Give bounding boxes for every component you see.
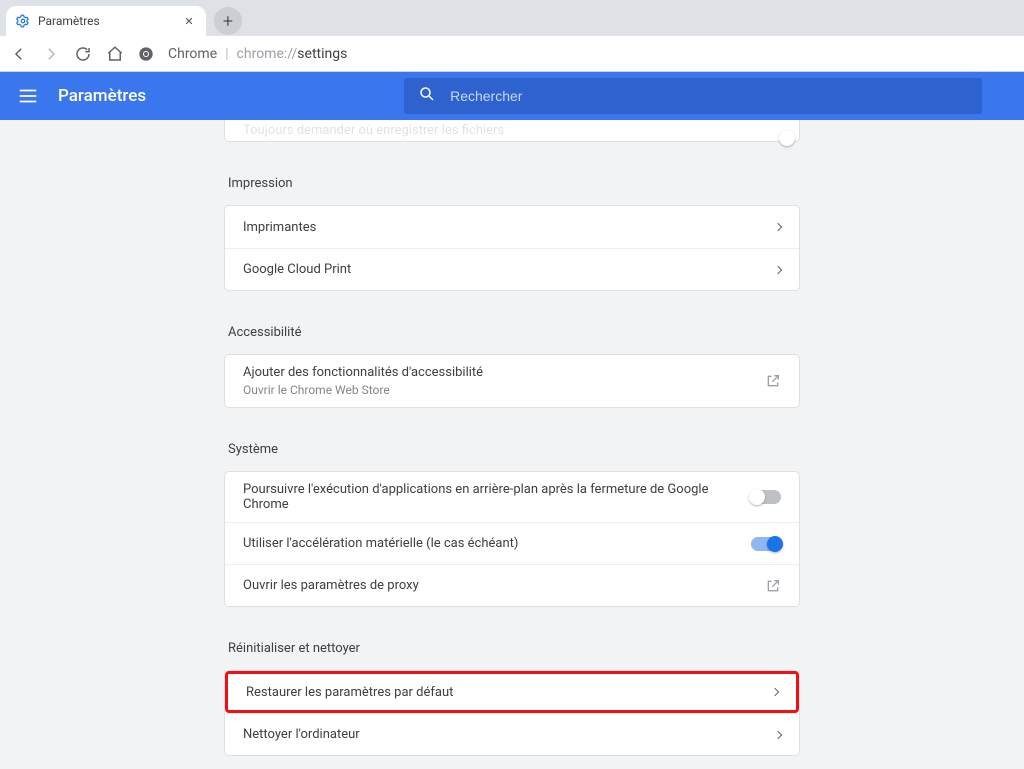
- settings-card: Poursuivre l'exécution d'applications en…: [224, 471, 800, 607]
- section-title: Réinitialiser et nettoyer: [228, 641, 800, 656]
- settings-row[interactable]: Imprimantes: [225, 206, 799, 248]
- tab-title: Paramètres: [38, 14, 174, 28]
- chrome-icon: [138, 46, 154, 62]
- settings-row[interactable]: Poursuivre l'exécution d'applications en…: [225, 472, 799, 522]
- settings-content: Toujours demander où enregistrer les fic…: [0, 120, 1024, 769]
- back-button[interactable]: [10, 45, 28, 63]
- omnibox[interactable]: Chrome | chrome://settings: [168, 46, 347, 62]
- chevron-right-icon: [771, 688, 779, 696]
- row-label: Poursuivre l'exécution d'applications en…: [243, 482, 751, 512]
- settings-row[interactable]: Ouvrir les paramètres de proxy: [225, 564, 799, 606]
- gear-icon: [16, 14, 30, 28]
- row-label: Restaurer les paramètres par défaut: [246, 685, 453, 700]
- chevron-right-icon: [774, 265, 782, 273]
- browser-chrome: Paramètres ✕ + Chrome | chrome://setting…: [0, 0, 1024, 72]
- toggle-switch[interactable]: [751, 537, 781, 551]
- row-label: Google Cloud Print: [243, 262, 351, 277]
- section-title: Accessibilité: [228, 325, 800, 340]
- omnibox-label: Chrome: [168, 46, 217, 62]
- section-title: Impression: [228, 176, 800, 191]
- row-label: Ajouter des fonctionnalités d'accessibil…: [243, 365, 483, 380]
- close-icon[interactable]: ✕: [182, 14, 196, 28]
- settings-header: Paramètres: [0, 72, 1024, 120]
- settings-row[interactable]: Restaurer les paramètres par défaut: [225, 671, 799, 713]
- settings-row-truncated[interactable]: Toujours demander où enregistrer les fic…: [224, 120, 800, 142]
- page-title: Paramètres: [58, 86, 146, 106]
- row-label: Nettoyer l'ordinateur: [243, 727, 360, 742]
- settings-card: Imprimantes Google Cloud Print: [224, 205, 800, 291]
- settings-row[interactable]: Ajouter des fonctionnalités d'accessibil…: [225, 355, 799, 407]
- row-label: Imprimantes: [243, 220, 316, 235]
- chevron-right-icon: [774, 730, 782, 738]
- address-bar: Chrome | chrome://settings: [0, 36, 1024, 72]
- forward-button[interactable]: [42, 45, 60, 63]
- reload-button[interactable]: [74, 45, 92, 63]
- search-icon: [418, 85, 436, 107]
- external-link-icon: [765, 578, 781, 594]
- row-label: Utiliser l'accélération matérielle (le c…: [243, 536, 518, 551]
- tab-bar: Paramètres ✕ +: [0, 0, 1024, 36]
- settings-card: Restaurer les paramètres par défaut Netto…: [224, 670, 800, 756]
- settings-row[interactable]: Nettoyer l'ordinateur: [225, 713, 799, 755]
- search-box[interactable]: [404, 78, 982, 114]
- search-input[interactable]: [450, 88, 968, 104]
- home-button[interactable]: [106, 45, 124, 63]
- settings-row[interactable]: Utiliser l'accélération matérielle (le c…: [225, 522, 799, 564]
- row-sublabel: Ouvrir le Chrome Web Store: [243, 383, 483, 397]
- section-title: Système: [228, 442, 800, 457]
- row-label: Ouvrir les paramètres de proxy: [243, 578, 419, 593]
- settings-row[interactable]: Google Cloud Print: [225, 248, 799, 290]
- external-link-icon: [765, 373, 781, 389]
- new-tab-button[interactable]: +: [214, 7, 242, 35]
- browser-tab[interactable]: Paramètres ✕: [6, 6, 206, 36]
- chevron-right-icon: [774, 223, 782, 231]
- settings-card: Ajouter des fonctionnalités d'accessibil…: [224, 354, 800, 408]
- toggle-switch[interactable]: [751, 490, 781, 504]
- menu-icon[interactable]: [16, 84, 40, 108]
